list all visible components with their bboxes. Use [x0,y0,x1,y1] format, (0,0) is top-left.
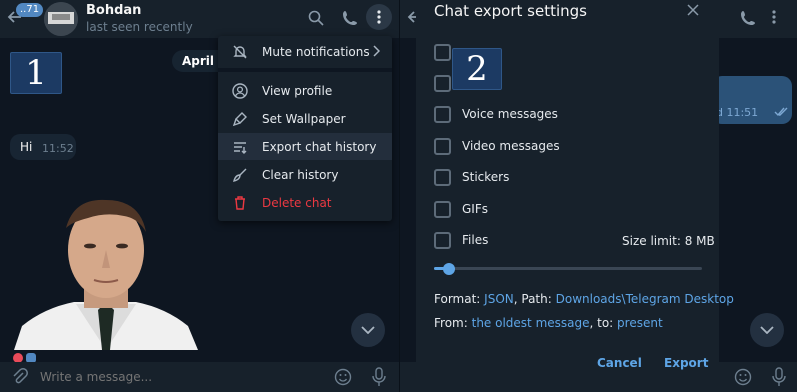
format-path-line: Format: JSON, Path: Downloads\Telegram D… [434,292,734,306]
scroll-down-button[interactable] [351,313,385,347]
double-check-icon [774,107,788,116]
menu-item-label: Export chat history [262,139,377,154]
menu-item-mute-notifications[interactable]: Mute notifications [218,38,392,65]
option-label: Video messages [462,139,560,153]
export-lines-icon [218,139,262,155]
paintbrush-icon [218,111,262,127]
annotation-number: 2 [452,48,502,90]
checkbox[interactable] [434,43,451,61]
message-time: 11:52 [42,142,74,155]
checkbox[interactable] [434,105,451,123]
option-label: Files [462,233,489,247]
more-vertical-icon[interactable] [366,4,392,30]
size-limit-slider[interactable] [434,261,702,277]
export-option-video-messages[interactable]: Video messages [434,137,560,155]
message-text: Hi [20,140,33,154]
user-circle-icon [218,82,262,99]
menu-item-delete-chat[interactable]: Delete chat [218,189,392,216]
format-link[interactable]: JSON [484,292,514,306]
slider-track [434,267,702,270]
unread-badge: ..71 [16,3,44,17]
menu-item-set-wallpaper[interactable]: Set Wallpaper [218,105,392,132]
option-label: Stickers [462,170,510,184]
phone-icon[interactable] [740,10,756,26]
menu-item-label: Set Wallpaper [262,111,346,126]
emoji-icon[interactable] [334,368,352,386]
phone-icon[interactable] [342,10,358,26]
checkbox[interactable] [434,74,451,92]
chat-context-menu: Mute notifications View profile Set Wall… [218,36,392,221]
chat-window-left: ..71 Bohdan last seen recently April 9 1… [0,0,400,392]
menu-divider [218,68,392,72]
export-option-stickers[interactable]: Stickers [434,168,509,186]
bell-off-icon [218,44,262,60]
export-option-gifs[interactable]: GIFs [434,200,488,218]
menu-item-view-profile[interactable]: View profile [218,77,392,104]
close-icon[interactable] [687,4,699,16]
dialog-title: Chat export settings [434,2,587,20]
checkbox[interactable] [434,231,451,249]
microphone-icon[interactable] [772,367,786,387]
message-time: d 11:51 [716,106,759,119]
chevron-right-icon [372,45,380,57]
trash-icon [218,195,262,211]
menu-item-label: Mute notifications [262,44,370,59]
annotation-number: 1 [10,52,62,94]
attach-icon[interactable] [12,368,28,386]
checkbox[interactable] [434,137,451,155]
incoming-message: Hi 11:52 [10,134,76,160]
to-label: , to: [589,316,614,330]
sticker-image[interactable] [14,198,198,350]
broom-icon [218,167,262,183]
option-label: GIFs [462,202,488,216]
message-input[interactable] [40,366,320,388]
path-link[interactable]: Downloads\Telegram Desktop [556,292,734,306]
outgoing-message: d 11:51 [712,76,792,124]
format-label: Format: [434,292,481,306]
date-range-line: From: the oldest message, to: present [434,316,663,330]
menu-item-label: View profile [262,83,333,98]
emoji-icon[interactable] [734,368,752,386]
from-label: From: [434,316,468,330]
export-button[interactable]: Export [664,356,708,370]
microphone-icon[interactable] [372,367,386,387]
checkbox[interactable] [434,168,451,186]
to-link[interactable]: present [617,316,663,330]
from-link[interactable]: the oldest message [472,316,590,330]
export-option-voice-messages[interactable]: Voice messages [434,105,558,123]
chat-name[interactable]: Bohdan [86,3,141,18]
menu-item-clear-history[interactable]: Clear history [218,161,392,188]
more-vertical-icon[interactable] [772,10,776,24]
size-limit-label: Size limit: 8 MB [622,234,715,248]
checkbox[interactable] [434,200,451,218]
export-option-files[interactable]: Files [434,231,488,249]
menu-item-export-chat-history[interactable]: Export chat history [218,133,392,160]
slider-thumb[interactable] [443,263,455,275]
chat-status: last seen recently [86,20,193,34]
menu-item-label: Clear history [262,167,339,182]
search-icon[interactable] [308,10,324,26]
option-label: Voice messages [462,107,558,121]
path-label: , Path: [513,292,552,306]
avatar[interactable] [44,2,78,36]
scroll-down-button[interactable] [750,313,784,347]
cancel-button[interactable]: Cancel [597,356,642,370]
menu-item-label: Delete chat [262,195,332,210]
